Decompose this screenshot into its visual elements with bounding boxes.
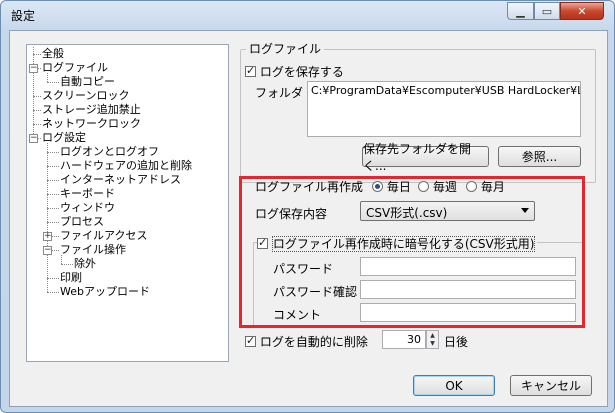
cancel-button-label: キャンセル <box>520 379 581 393</box>
tree-connector <box>33 96 41 97</box>
tree-item-logon-logoff[interactable]: ログオンとログオフ <box>60 145 159 159</box>
tree-item-process[interactable]: プロセス <box>60 215 104 229</box>
ok-button-label: OK <box>445 378 463 393</box>
tree-connector <box>33 124 41 125</box>
tree-item-exclude[interactable]: 除外 <box>74 257 96 271</box>
open-folder-button[interactable]: 保存先フォルダを開く... <box>362 142 489 173</box>
tree-item-window[interactable]: ウィンドウ <box>60 201 115 215</box>
spin-down-icon[interactable]: ▼ <box>427 340 438 349</box>
minimize-icon: ▁ <box>516 4 525 18</box>
maximize-button[interactable]: ▭ <box>534 2 560 20</box>
tree-connector <box>47 152 59 153</box>
logfile-group-title: ログファイル <box>246 40 325 57</box>
auto-delete-days-input[interactable]: 30 <box>382 330 426 349</box>
highlight-box <box>239 176 585 328</box>
tree-connector <box>61 264 73 265</box>
tree-connector <box>47 194 59 195</box>
tree-connector <box>47 82 59 83</box>
browse-button[interactable]: 参照... <box>498 146 581 167</box>
tree-item-keyboard[interactable]: キーボード <box>60 187 115 201</box>
tree-item-network-lock[interactable]: ネットワークロック <box>42 117 141 131</box>
days-spinner[interactable]: ▲ ▼ <box>426 330 439 349</box>
days-suffix: 日後 <box>444 335 469 349</box>
spin-up-icon[interactable]: ▲ <box>427 331 438 340</box>
close-button[interactable]: ✕ <box>560 2 604 20</box>
tree-connector <box>47 278 59 279</box>
tree-item-hardware[interactable]: ハードウェアの追加と削除 <box>60 159 192 173</box>
tree-item-screenlock[interactable]: スクリーンロック <box>42 89 129 103</box>
tree-connector <box>47 222 59 223</box>
close-icon: ✕ <box>577 4 587 18</box>
auto-delete-check-icon[interactable] <box>245 334 256 347</box>
tree-connector <box>47 292 59 293</box>
tree-item-log-settings[interactable]: ログ設定 <box>42 131 86 145</box>
save-log-checkbox[interactable]: ログを保存する <box>245 63 344 80</box>
minimize-button[interactable]: ▁ <box>507 2 534 20</box>
tree-item-file-operation[interactable]: ファイル操作 <box>60 243 126 257</box>
folder-path-field[interactable]: C:¥ProgramData¥Escomputer¥USB HardLocker… <box>307 81 581 137</box>
open-folder-button-label: 保存先フォルダを開く... <box>363 141 472 173</box>
auto-delete-days-value: 30 <box>407 333 421 346</box>
expand-icon[interactable]: + <box>43 232 52 241</box>
tree-connector <box>33 54 41 55</box>
window-title: 設定 <box>11 9 36 23</box>
title-bar[interactable]: 設定 ▁ ▭ ✕ <box>1 1 614 29</box>
tree-connector <box>47 208 59 209</box>
tree-item-logfile[interactable]: ログファイル <box>42 61 108 75</box>
settings-dialog: 設定 ▁ ▭ ✕ − − + − 全般 ログファイル 自動コピー スクリーンロッ… <box>0 0 615 413</box>
auto-delete-label: ログを自動的に削除 <box>259 335 368 349</box>
collapse-icon[interactable]: − <box>29 134 38 143</box>
settings-tree[interactable]: − − + − 全般 ログファイル 自動コピー スクリーンロック ストレージ追加… <box>26 44 229 362</box>
collapse-icon[interactable]: − <box>43 246 52 255</box>
save-log-label: ログを保存する <box>259 65 344 79</box>
folder-path-value: C:¥ProgramData¥Escomputer¥USB HardLocker… <box>311 84 581 97</box>
tree-connector <box>33 110 41 111</box>
ok-button[interactable]: OK <box>413 375 495 396</box>
tree-item-web-upload[interactable]: Webアップロード <box>60 285 150 299</box>
tree-item-general[interactable]: 全般 <box>42 47 64 61</box>
cancel-button[interactable]: キャンセル <box>510 375 592 396</box>
tree-item-internet-address[interactable]: インターネットアドレス <box>60 173 181 187</box>
tree-item-autocopy[interactable]: 自動コピー <box>60 75 115 89</box>
browse-button-label: 参照... <box>521 150 558 164</box>
tree-item-storage-block[interactable]: ストレージ追加禁止 <box>42 103 141 117</box>
tree-item-file-access[interactable]: ファイルアクセス <box>60 229 147 243</box>
auto-delete-checkbox[interactable]: ログを自動的に削除 <box>245 333 368 350</box>
maximize-icon: ▭ <box>541 4 553 18</box>
folder-label: フォルダ <box>255 86 304 100</box>
save-log-check-icon[interactable] <box>245 64 256 77</box>
tree-item-print[interactable]: 印刷 <box>60 271 82 285</box>
tree-connector <box>47 166 59 167</box>
collapse-icon[interactable]: − <box>29 64 38 73</box>
tree-connector <box>47 180 59 181</box>
